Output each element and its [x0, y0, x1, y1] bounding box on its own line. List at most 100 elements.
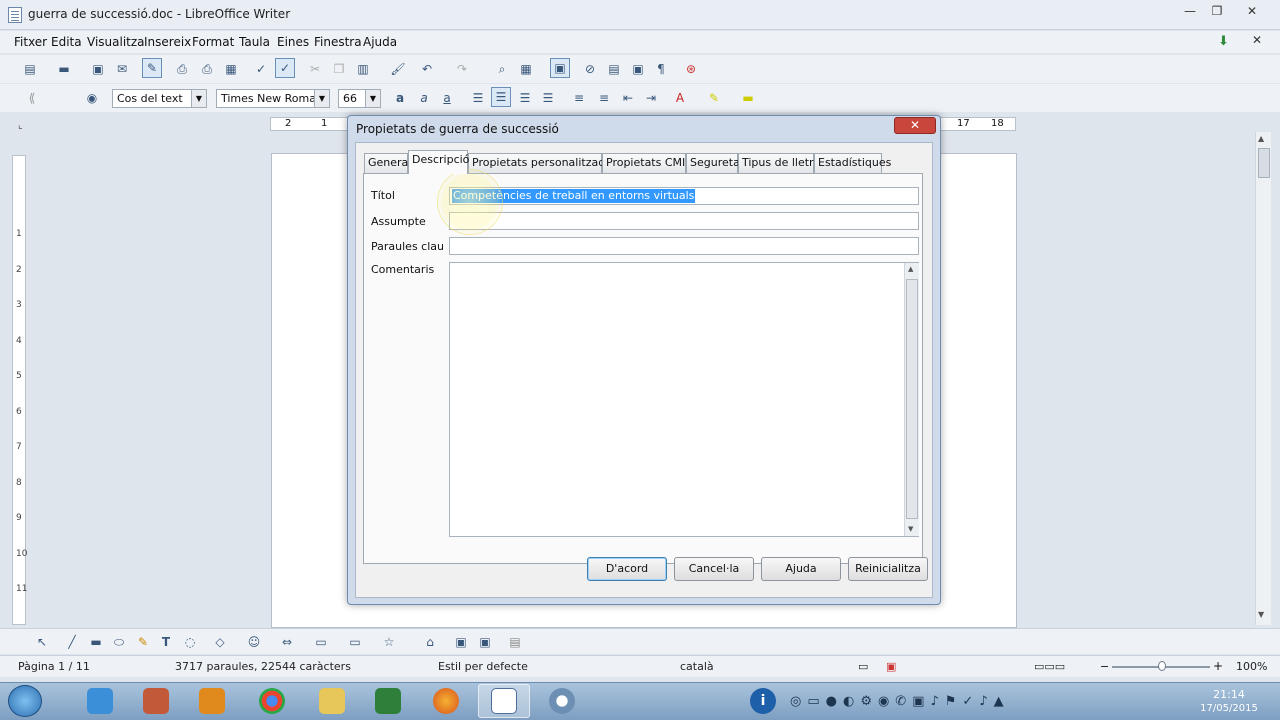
align-right-icon[interactable]: ☰ [515, 88, 535, 108]
highlighting-icon[interactable]: ✎ [704, 88, 724, 108]
help-button[interactable]: Ajuda [761, 557, 841, 581]
comments-scrollbar[interactable]: ▲ ▼ [904, 263, 919, 536]
copy-icon[interactable]: ❐ [329, 59, 349, 79]
subject-field[interactable] [449, 212, 919, 230]
system-tray-icons[interactable]: ◎▭●◐⚙◉✆▣♪⚑✓♪▲ [790, 694, 1010, 709]
taskbar-app2[interactable] [536, 684, 588, 718]
autospellcheck-icon[interactable]: ✓ [275, 58, 295, 78]
edit-mode-icon[interactable]: ✎ [142, 58, 162, 78]
keywords-field[interactable] [449, 237, 919, 255]
info-notification-icon[interactable]: i [750, 688, 776, 714]
ok-button[interactable]: D'acord [587, 557, 667, 581]
font-size-combo[interactable]: 66 ▼ [338, 89, 381, 108]
clock-date[interactable]: 17/05/2015 [1196, 703, 1262, 714]
save-icon[interactable]: ▣ [88, 59, 108, 79]
taskbar-writer[interactable] [478, 684, 530, 718]
navigator-icon[interactable]: ⊘ [580, 59, 600, 79]
chevron-down-icon[interactable]: ▼ [314, 90, 329, 107]
gallery-icon[interactable]: ▤ [604, 59, 624, 79]
symbol-shapes-icon[interactable]: ☺ [244, 632, 264, 652]
menu-visualitza[interactable]: Visualitza [87, 35, 145, 49]
bullets-icon[interactable]: ≡ [594, 88, 614, 108]
block-arrows-icon[interactable]: ⇔ [277, 632, 297, 652]
menu-fitxer[interactable]: Fitxer [14, 35, 47, 49]
tab-security[interactable]: Seguretat [686, 153, 744, 173]
page-style[interactable]: Estil per defecte [438, 660, 528, 673]
tab-descripcio[interactable]: Descripció [408, 150, 469, 174]
language[interactable]: català [680, 660, 714, 673]
justify-icon[interactable]: ☰ [538, 88, 558, 108]
spellcheck-icon[interactable]: ✓ [251, 59, 271, 79]
align-left-icon[interactable]: ☰ [468, 88, 488, 108]
menu-eines[interactable]: Eines [277, 35, 309, 49]
help-icon[interactable]: ⊛ [681, 59, 701, 79]
datasources-icon[interactable]: ▣ [628, 59, 648, 79]
font-name-combo[interactable]: Times New Roman ▼ [216, 89, 330, 108]
zoom-slider-thumb[interactable] [1158, 661, 1166, 671]
minimize-button[interactable]: — [1176, 3, 1204, 21]
scroll-down-icon[interactable]: ▼ [908, 525, 913, 533]
start-button[interactable] [8, 685, 42, 717]
decrease-indent-icon[interactable]: ⇤ [618, 88, 638, 108]
tab-custom-properties[interactable]: Propietats personalitzades [468, 153, 618, 173]
tab-stop-icon[interactable]: ⌞ [18, 120, 23, 131]
numbering-icon[interactable]: ≡ [569, 88, 589, 108]
underline-icon[interactable]: a [437, 88, 457, 108]
view-layout-icon[interactable]: ▭▭▭ [1034, 660, 1065, 673]
cut-icon[interactable]: ✂ [305, 59, 325, 79]
styles-icon[interactable]: ⟪ [22, 88, 42, 108]
taskbar-app[interactable] [130, 684, 182, 718]
vertical-scrollbar[interactable]: ▲ ▼ [1255, 132, 1271, 625]
menu-taula[interactable]: Taula [239, 35, 270, 49]
ellipse-icon[interactable]: ⬭ [109, 632, 129, 652]
page-count[interactable]: Pàgina 1 / 11 [18, 660, 90, 673]
taskbar-explorer[interactable] [306, 684, 358, 718]
paragraph-style-combo[interactable]: Cos del text ▼ [112, 89, 207, 108]
freeform-icon[interactable]: ✎ [133, 632, 153, 652]
menu-format[interactable]: Format [192, 35, 234, 49]
paste-icon[interactable]: ▥ [353, 59, 373, 79]
menu-insereix[interactable]: Insereix [144, 35, 191, 49]
increase-indent-icon[interactable]: ⇥ [641, 88, 661, 108]
taskbar-chrome[interactable] [246, 684, 298, 718]
print-preview-icon[interactable]: ▦ [221, 59, 241, 79]
comments-textarea[interactable]: ▲ ▼ [449, 262, 919, 537]
update-download-icon[interactable]: ⬇ [1218, 34, 1234, 49]
cancel-button[interactable]: Cancel·la [674, 557, 754, 581]
redo-icon[interactable]: ↷ [452, 59, 472, 79]
menu-finestra[interactable]: Finestra [314, 35, 362, 49]
scroll-up-icon[interactable]: ▲ [908, 265, 913, 273]
comments-scroll-thumb[interactable] [906, 279, 918, 519]
export-pdf-icon[interactable]: ⎙ [172, 59, 192, 79]
chevron-down-icon[interactable]: ▼ [191, 90, 206, 107]
from-file-icon[interactable]: ▣ [475, 632, 495, 652]
taskbar-ie[interactable] [74, 684, 126, 718]
tab-cmis-properties[interactable]: Propietats CMIS [602, 153, 692, 173]
open-folder-icon[interactable]: ▬ [54, 59, 74, 79]
extrusion-icon[interactable]: ▤ [505, 632, 525, 652]
zoom-out-icon[interactable]: − [1100, 660, 1109, 673]
scroll-down-icon[interactable]: ▼ [1258, 610, 1264, 619]
taskbar-media[interactable] [186, 684, 238, 718]
tab-fonts[interactable]: Tipus de lletra [738, 153, 820, 173]
clock-time[interactable]: 21:14 [1208, 688, 1250, 701]
print-icon[interactable]: ⎙ [197, 59, 217, 79]
zoom-level[interactable]: 100% [1236, 660, 1267, 673]
tab-statistics[interactable]: Estadístiques [814, 153, 891, 173]
italic-icon[interactable]: a [414, 88, 434, 108]
email-icon[interactable]: ✉ [112, 59, 132, 79]
taskbar-hp[interactable] [362, 684, 414, 718]
reset-button[interactable]: Reinicialitza [848, 557, 928, 581]
select-arrow-icon[interactable]: ↖ [32, 632, 52, 652]
text-icon[interactable]: T [156, 632, 176, 652]
bold-icon[interactable]: a [390, 88, 410, 108]
stars-icon[interactable]: ☆ [379, 632, 399, 652]
close-document-icon[interactable]: ✕ [1252, 33, 1262, 47]
styles-formatting-icon[interactable]: ◉ [82, 88, 102, 108]
basic-shapes-icon[interactable]: ◇ [210, 632, 230, 652]
undo-icon[interactable]: ↶ [417, 59, 437, 79]
menu-ajuda[interactable]: Ajuda [363, 35, 397, 49]
scroll-up-icon[interactable]: ▲ [1258, 134, 1264, 143]
font-color-icon[interactable]: A [670, 88, 690, 108]
close-window-button[interactable]: ✕ [1238, 3, 1266, 21]
